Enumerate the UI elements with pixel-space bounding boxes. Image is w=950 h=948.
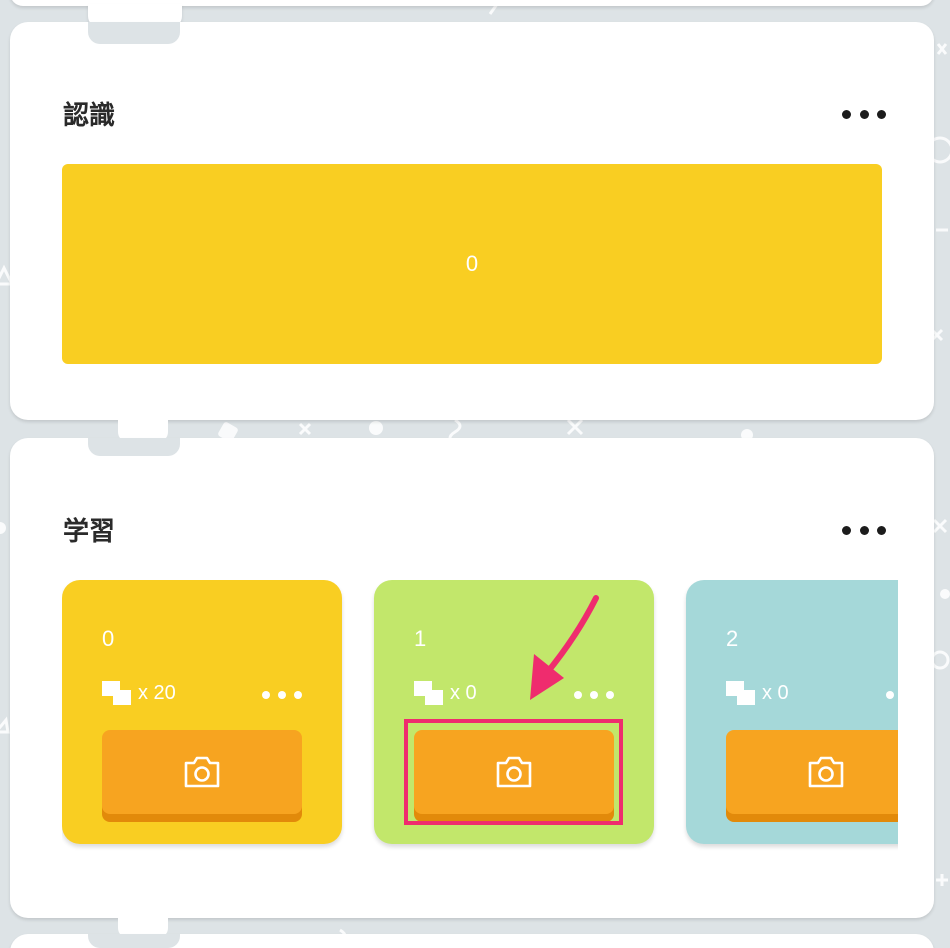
recognition-title: 認識	[63, 101, 116, 131]
image-stack-icon	[414, 681, 444, 705]
training-title: 学習	[63, 517, 116, 547]
sample-count: x 0	[726, 681, 789, 705]
image-stack-icon	[726, 681, 756, 705]
sample-count-text: x 0	[450, 681, 477, 704]
class-label: 0	[102, 626, 115, 651]
capture-button[interactable]	[102, 730, 302, 814]
panel-notch	[88, 22, 180, 44]
training-more-icon[interactable]	[842, 523, 886, 537]
recognition-result-value: 0	[465, 251, 479, 276]
class-list: 0 x 20 1 x 0 2 x 0	[62, 580, 898, 854]
class-more-icon[interactable]	[574, 690, 614, 700]
class-card-0: 0 x 20	[62, 580, 342, 844]
recognition-panel: 認識 0	[10, 22, 934, 420]
class-label: 2	[726, 626, 739, 651]
image-stack-icon	[102, 681, 132, 705]
sample-count-text: x 20	[138, 681, 176, 704]
recognition-result: 0	[62, 164, 882, 364]
class-card-2: 2 x 0	[686, 580, 898, 844]
recognition-more-icon[interactable]	[842, 107, 886, 121]
sample-count-text: x 0	[762, 681, 789, 704]
camera-icon	[808, 756, 844, 788]
capture-button[interactable]	[414, 730, 614, 814]
class-more-icon[interactable]	[262, 690, 302, 700]
class-card-1: 1 x 0	[374, 580, 654, 844]
next-panel	[10, 934, 934, 948]
sample-count: x 20	[102, 681, 176, 705]
panel-notch	[88, 934, 180, 948]
camera-icon	[496, 756, 532, 788]
capture-button[interactable]	[726, 730, 898, 814]
class-label: 1	[414, 626, 427, 651]
camera-icon	[184, 756, 220, 788]
panel-notch	[88, 438, 180, 456]
class-more-icon[interactable]	[886, 690, 898, 700]
sample-count: x 0	[414, 681, 477, 705]
training-panel: 学習 0 x 20 1 x 0 2 x 0	[10, 438, 934, 918]
